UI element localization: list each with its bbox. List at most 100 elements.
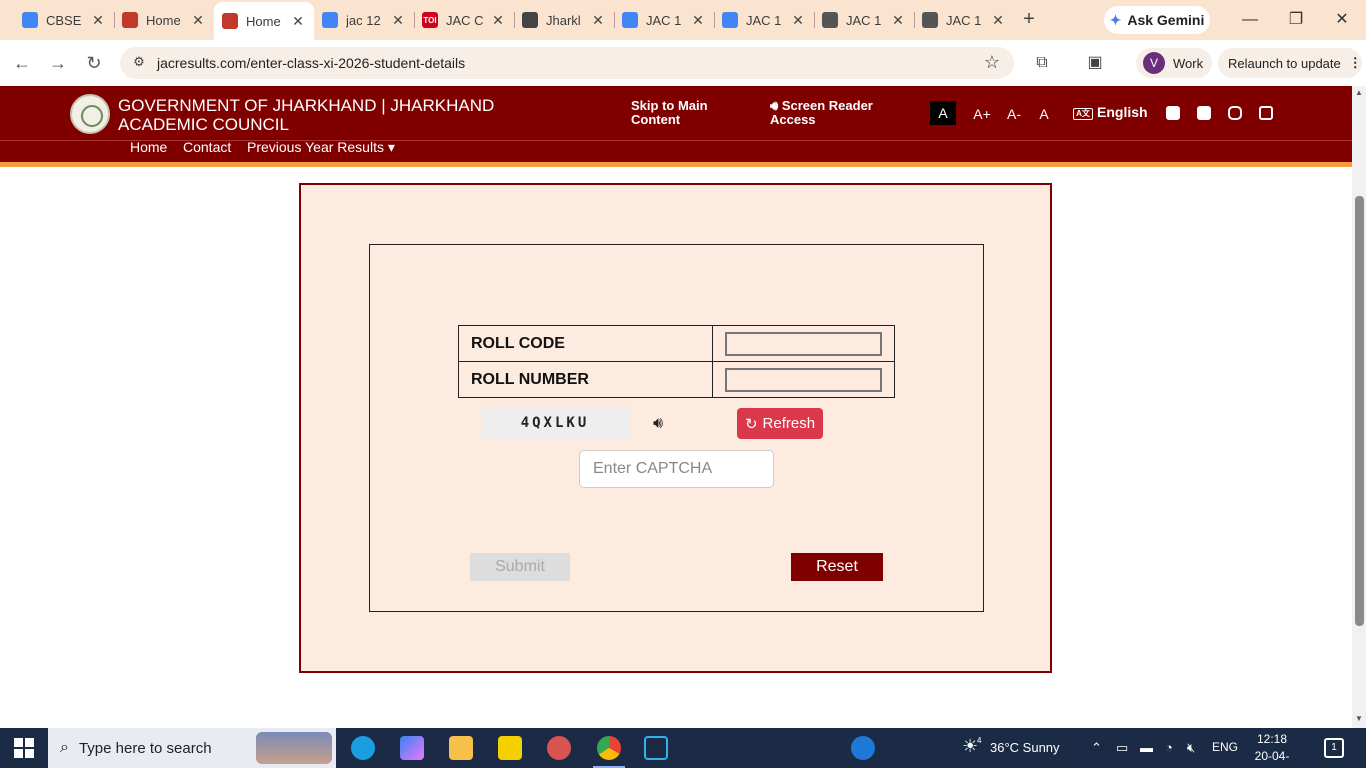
language-label: English: [1097, 104, 1148, 120]
restore-button[interactable]: ❐: [1284, 8, 1308, 32]
tab[interactable]: Home ✕: [114, 4, 214, 36]
refresh-captcha-button[interactable]: ↻ Refresh: [737, 408, 823, 439]
close-tab-icon[interactable]: ✕: [790, 12, 806, 29]
nav-previous-results[interactable]: Previous Year Results ▾: [247, 141, 395, 156]
weather-widget[interactable]: 36°C Sunny: [990, 740, 1060, 755]
show-hidden-icons[interactable]: ⌃: [1091, 740, 1102, 756]
relaunch-button[interactable]: Relaunch to update ⋮: [1218, 48, 1362, 78]
close-tab-icon[interactable]: ✕: [290, 13, 306, 30]
language-selector[interactable]: A文 English: [1073, 104, 1148, 120]
copilot-icon[interactable]: [400, 736, 424, 760]
captcha-image: 4QXLKU: [481, 407, 629, 439]
tab[interactable]: TOI JAC C ✕: [414, 4, 514, 36]
tab[interactable]: JAC 1 ✕: [914, 4, 1014, 36]
ask-gemini-button[interactable]: ✦ Ask Gemini: [1104, 6, 1210, 34]
chrome-icon[interactable]: [593, 736, 625, 768]
close-tab-icon[interactable]: ✕: [890, 12, 906, 29]
close-tab-icon[interactable]: ✕: [690, 12, 706, 29]
extensions-icon[interactable]: ⧉: [1030, 51, 1054, 75]
close-tab-icon[interactable]: ✕: [90, 12, 106, 29]
forward-button[interactable]: →: [46, 51, 70, 75]
youtube-icon[interactable]: [1259, 106, 1273, 120]
wifi-icon[interactable]: ◔: [1165, 740, 1173, 755]
scroll-up-icon[interactable]: ▲: [1355, 88, 1363, 97]
close-tab-icon[interactable]: ✕: [490, 12, 506, 29]
notification-center-icon[interactable]: 1: [1324, 738, 1344, 758]
edge-icon[interactable]: [351, 736, 375, 760]
site-info-icon[interactable]: ⚙: [130, 54, 148, 72]
close-tab-icon[interactable]: ✕: [390, 12, 406, 29]
browser-tab-strip: CBSE ✕ Home ✕ Home ✕ jac 12 ✕ TOI JAC C ✕ Jharkl ✕ JA…: [0, 0, 1366, 40]
instagram-icon[interactable]: [1228, 106, 1242, 120]
scrollbar-thumb[interactable]: [1355, 196, 1364, 626]
close-tab-icon[interactable]: ✕: [590, 12, 606, 29]
address-bar[interactable]: ⚙ jacresults.com/enter-class-xi-2026-stu…: [120, 47, 1014, 79]
meet-icon[interactable]: ▭: [1116, 740, 1128, 756]
windows-taskbar: ⌕ Type here to search ☀ 4 36°C Sunny ⌃ ▭…: [0, 728, 1366, 768]
tab-label: JAC 1: [846, 12, 882, 28]
windows-start-icon[interactable]: [14, 738, 34, 758]
tab-label: JAC 1: [746, 12, 782, 28]
volume-muted-icon[interactable]: 🔇︎: [1187, 740, 1195, 756]
snipping-tool-icon[interactable]: [547, 736, 571, 760]
tab[interactable]: Home ✕: [214, 2, 314, 40]
help-icon[interactable]: [851, 736, 875, 760]
skip-to-content-link[interactable]: Skip to Main Content: [631, 99, 721, 127]
sticky-notes-icon[interactable]: [498, 736, 522, 760]
chatgpt-icon: [922, 12, 938, 28]
font-reset-button[interactable]: A: [1036, 102, 1052, 126]
close-tab-icon[interactable]: ✕: [190, 12, 206, 29]
profile-button[interactable]: V Work: [1136, 48, 1212, 78]
page-scrollbar[interactable]: ▲ ▼: [1352, 86, 1366, 728]
captcha-input[interactable]: [579, 450, 774, 488]
weather-icon[interactable]: ☀: [962, 736, 978, 757]
bookmark-star-icon[interactable]: ☆: [984, 52, 1000, 73]
taskbar-clock[interactable]: 12:18 20-04-2026: [1248, 731, 1296, 768]
close-tab-icon[interactable]: ✕: [990, 12, 1006, 29]
nav-contact[interactable]: Contact: [183, 141, 231, 155]
avatar: V: [1143, 52, 1165, 74]
reset-button[interactable]: Reset: [791, 553, 883, 581]
toi-icon: TOI: [422, 12, 438, 28]
reload-button[interactable]: ↻: [82, 51, 106, 75]
taskbar-search[interactable]: ⌕ Type here to search: [48, 728, 336, 768]
tab[interactable]: JAC 1 ✕: [714, 4, 814, 36]
scroll-down-icon[interactable]: ▼: [1355, 714, 1363, 723]
student-details-form: ROLL CODE ROLL NUMBER 4QXLKU 🔊︎ ↻ Refres…: [369, 244, 984, 612]
roll-number-input[interactable]: [725, 367, 882, 392]
tab[interactable]: jac 12 ✕: [314, 4, 414, 36]
audio-captcha-icon[interactable]: 🔊︎: [653, 415, 663, 433]
tab-label: jac 12: [346, 12, 381, 28]
language-indicator[interactable]: ENG: [1212, 740, 1238, 754]
submit-button[interactable]: Submit: [470, 553, 570, 581]
tab-search-icon[interactable]: ▣: [1083, 51, 1107, 75]
font-decrease-button[interactable]: A-: [1005, 102, 1023, 126]
font-normal-dark-button[interactable]: A: [930, 101, 956, 125]
tab[interactable]: JAC 1 ✕: [814, 4, 914, 36]
site-title: GOVERNMENT OF JHARKHAND | JHARKHAND ACAD…: [118, 96, 495, 134]
weather-badge: 4: [977, 736, 982, 745]
minimize-button[interactable]: —: [1238, 8, 1262, 32]
new-tab-button[interactable]: +: [1018, 8, 1040, 30]
url-text[interactable]: jacresults.com/enter-class-xi-2026-stude…: [157, 55, 465, 71]
menu-dots-icon[interactable]: ⋮: [1349, 55, 1362, 71]
facebook-icon[interactable]: [1166, 106, 1180, 120]
nav-home[interactable]: Home: [130, 141, 167, 155]
jharkhand-emblem-logo: [70, 94, 110, 134]
twitter-icon[interactable]: [1197, 106, 1211, 120]
back-button[interactable]: ←: [10, 51, 34, 75]
ask-gemini-label: Ask Gemini: [1127, 12, 1205, 28]
screen-reader-link[interactable]: 🔊︎ Screen Reader Access: [770, 99, 900, 127]
roll-code-input[interactable]: [725, 331, 882, 356]
google-icon: [322, 12, 338, 28]
close-window-button[interactable]: ✕: [1330, 8, 1354, 32]
site-header: GOVERNMENT OF JHARKHAND | JHARKHAND ACAD…: [0, 86, 1352, 140]
remote-desktop-icon[interactable]: [644, 736, 668, 760]
gemini-search-icon: [522, 12, 538, 28]
battery-icon[interactable]: ▬: [1140, 740, 1153, 755]
tab[interactable]: CBSE ✕: [14, 4, 114, 36]
tab[interactable]: Jharkl ✕: [514, 4, 614, 36]
font-increase-button[interactable]: A+: [972, 102, 992, 126]
tab[interactable]: JAC 1 ✕: [614, 4, 714, 36]
file-explorer-icon[interactable]: [449, 736, 473, 760]
